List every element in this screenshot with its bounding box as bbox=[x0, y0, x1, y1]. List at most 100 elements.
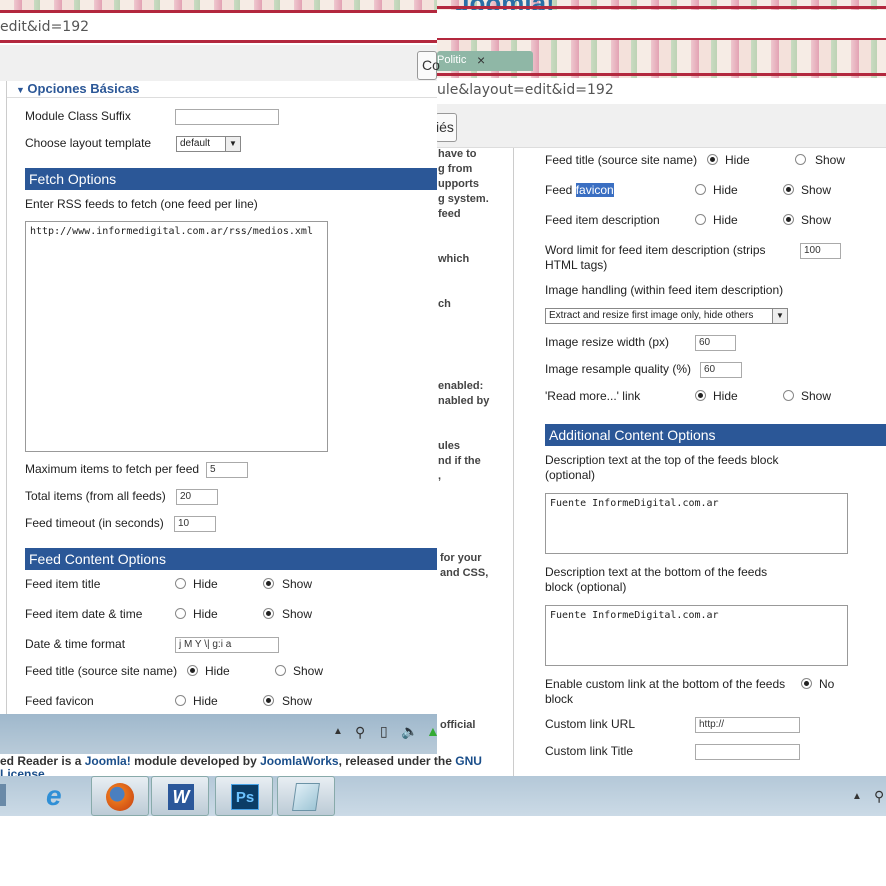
basic-options-header[interactable]: ▼ Opciones Básicas bbox=[16, 81, 139, 96]
item-date-hide-radio[interactable] bbox=[175, 608, 186, 619]
left-address-bar[interactable]: edit&id=192 bbox=[0, 19, 437, 39]
lw-favicon-hide: Hide bbox=[193, 694, 218, 708]
lw-feed-title-hide: Hide bbox=[205, 664, 230, 678]
network-icon-right[interactable]: ⚲ bbox=[874, 788, 884, 805]
rw-feed-title-show-radio[interactable] bbox=[795, 154, 806, 165]
middle-fragment: and CSS, bbox=[440, 567, 489, 579]
image-handling-select[interactable]: Extract and resize first image only, hid… bbox=[545, 308, 788, 324]
joomlaworks-link[interactable]: JoomlaWorks bbox=[260, 754, 338, 768]
tray-up-arrow-icon[interactable]: ▲ bbox=[333, 726, 343, 737]
custom-link-no: No bbox=[819, 677, 835, 691]
lw-feed-title-label: Feed title (source site name) bbox=[25, 664, 178, 678]
word-icon[interactable]: W bbox=[151, 776, 209, 816]
custom-link-label: Enable custom link at the bottom of the … bbox=[545, 677, 786, 706]
tray-up-arrow-icon-right[interactable]: ▲ bbox=[852, 791, 862, 802]
layout-template-select[interactable]: default ▼ bbox=[176, 136, 241, 152]
fetch-options-section: Fetch Options bbox=[25, 168, 437, 190]
volume-icon[interactable]: 🔈 bbox=[401, 723, 418, 740]
ps-glyph: Ps bbox=[231, 784, 259, 810]
custom-title-label: Custom link Title bbox=[545, 744, 634, 758]
flag-icon[interactable]: ▲ bbox=[426, 723, 440, 739]
timeout-input[interactable]: 10 bbox=[174, 516, 216, 532]
module-suffix-input[interactable] bbox=[175, 109, 279, 125]
image-resize-label: Image resize width (px) bbox=[545, 335, 670, 349]
middle-fragment: g from bbox=[438, 163, 473, 175]
lw-favicon-show-radio[interactable] bbox=[263, 695, 274, 706]
additional-content-section: Additional Content Options bbox=[545, 424, 886, 446]
middle-fragment: upports bbox=[438, 178, 479, 190]
right-address-bar[interactable]: ule&layout=edit&id=192 bbox=[437, 82, 886, 102]
chevron-down-icon: ▼ bbox=[772, 309, 787, 323]
left-header-button[interactable]: Co bbox=[417, 51, 440, 80]
max-items-input[interactable]: 5 bbox=[206, 462, 248, 478]
read-more-hide: Hide bbox=[713, 389, 738, 403]
item-title-hide-radio[interactable] bbox=[175, 578, 186, 589]
feed-content-section: Feed Content Options bbox=[25, 548, 437, 570]
middle-fragment: have to bbox=[438, 148, 477, 160]
date-format-label: Date & time format bbox=[25, 637, 126, 651]
rw-desc-show-radio[interactable] bbox=[783, 214, 794, 225]
network-icon[interactable]: ⚲ bbox=[355, 724, 365, 741]
left-window: edit&id=192 Co ▼ Opciones Básicas Module… bbox=[0, 0, 440, 714]
rw-favicon-show-radio[interactable] bbox=[783, 184, 794, 195]
middle-fragment: for your bbox=[440, 552, 482, 564]
rw-desc-hide-radio[interactable] bbox=[695, 214, 706, 225]
custom-url-input[interactable]: http:// bbox=[695, 717, 800, 733]
favicon-selection: favicon bbox=[575, 183, 614, 197]
lw-favicon-show: Show bbox=[282, 694, 313, 708]
triangle-down-icon: ▼ bbox=[16, 85, 28, 95]
total-items-label: Total items (from all feeds) bbox=[25, 489, 166, 503]
middle-fragment: ules bbox=[438, 440, 461, 452]
item-date-show-radio[interactable] bbox=[263, 608, 274, 619]
image-quality-label: Image resample quality (%) bbox=[545, 362, 692, 376]
item-date-hide: Hide bbox=[193, 607, 218, 621]
image-handling-label: Image handling (within feed item descrip… bbox=[545, 283, 784, 297]
rw-feed-title-hide-radio[interactable] bbox=[707, 154, 718, 165]
lw-feed-title-show-radio[interactable] bbox=[275, 665, 286, 676]
tab-close-icon[interactable]: × bbox=[477, 52, 485, 68]
custom-link-no-radio[interactable] bbox=[801, 678, 812, 689]
word-limit-label: Word limit for feed item description (st… bbox=[545, 243, 766, 272]
rw-favicon-hide: Hide bbox=[713, 183, 738, 197]
left-tray-bar: ▲ ⚲ ▯ 🔈 ▲ bbox=[0, 714, 440, 754]
item-title-show-radio[interactable] bbox=[263, 578, 274, 589]
item-date-label: Feed item date & time bbox=[25, 607, 143, 621]
photoshop-icon[interactable]: Ps bbox=[215, 776, 273, 816]
word-glyph: W bbox=[168, 784, 194, 810]
middle-fragment: , bbox=[438, 470, 442, 482]
middle-fragment: feed bbox=[438, 208, 461, 220]
rw-item-desc-label: Feed item description bbox=[545, 213, 660, 227]
total-items-input[interactable]: 20 bbox=[176, 489, 218, 505]
battery-icon[interactable]: ▯ bbox=[380, 723, 388, 740]
image-resize-input[interactable]: 60 bbox=[695, 335, 736, 351]
joomla-link[interactable]: Joomla! bbox=[85, 754, 131, 768]
date-format-input[interactable]: j M Y \| g:i a bbox=[175, 637, 279, 653]
image-quality-input[interactable]: 60 bbox=[700, 362, 742, 378]
custom-title-input[interactable] bbox=[695, 744, 800, 760]
layout-template-label: Choose layout template bbox=[25, 136, 152, 150]
rw-feed-title-show: Show bbox=[815, 153, 846, 167]
notepad-icon[interactable] bbox=[277, 776, 335, 816]
notepad-glyph bbox=[292, 783, 320, 811]
middle-fragment: official bbox=[440, 719, 476, 731]
read-more-hide-radio[interactable] bbox=[695, 390, 706, 401]
start-partial-icon[interactable] bbox=[0, 784, 6, 806]
rss-textarea[interactable]: http://www.informedigital.com.ar/rss/med… bbox=[25, 221, 328, 452]
gnu-link[interactable]: GNU bbox=[455, 754, 482, 768]
middle-fragment: g system. bbox=[438, 193, 489, 205]
read-more-show-radio[interactable] bbox=[783, 390, 794, 401]
middle-fragment: which bbox=[438, 253, 470, 265]
footer-license[interactable]: License bbox=[0, 768, 45, 776]
rw-favicon-hide-radio[interactable] bbox=[695, 184, 706, 195]
browser-tab[interactable]: Politic × bbox=[437, 51, 533, 71]
header-button[interactable]: iés bbox=[435, 113, 457, 142]
desc-top-textarea[interactable]: Fuente InformeDigital.com.ar bbox=[545, 493, 848, 554]
lw-feed-title-hide-radio[interactable] bbox=[187, 665, 198, 676]
desc-bottom-textarea[interactable]: Fuente InformeDigital.com.ar bbox=[545, 605, 848, 666]
firefox-icon[interactable] bbox=[91, 776, 149, 816]
lw-favicon-hide-radio[interactable] bbox=[175, 695, 186, 706]
rw-favicon-show: Show bbox=[801, 183, 832, 197]
tab-label: Politic bbox=[437, 54, 467, 66]
word-limit-input[interactable]: 100 bbox=[800, 243, 841, 259]
ie-icon[interactable]: e bbox=[30, 776, 88, 816]
